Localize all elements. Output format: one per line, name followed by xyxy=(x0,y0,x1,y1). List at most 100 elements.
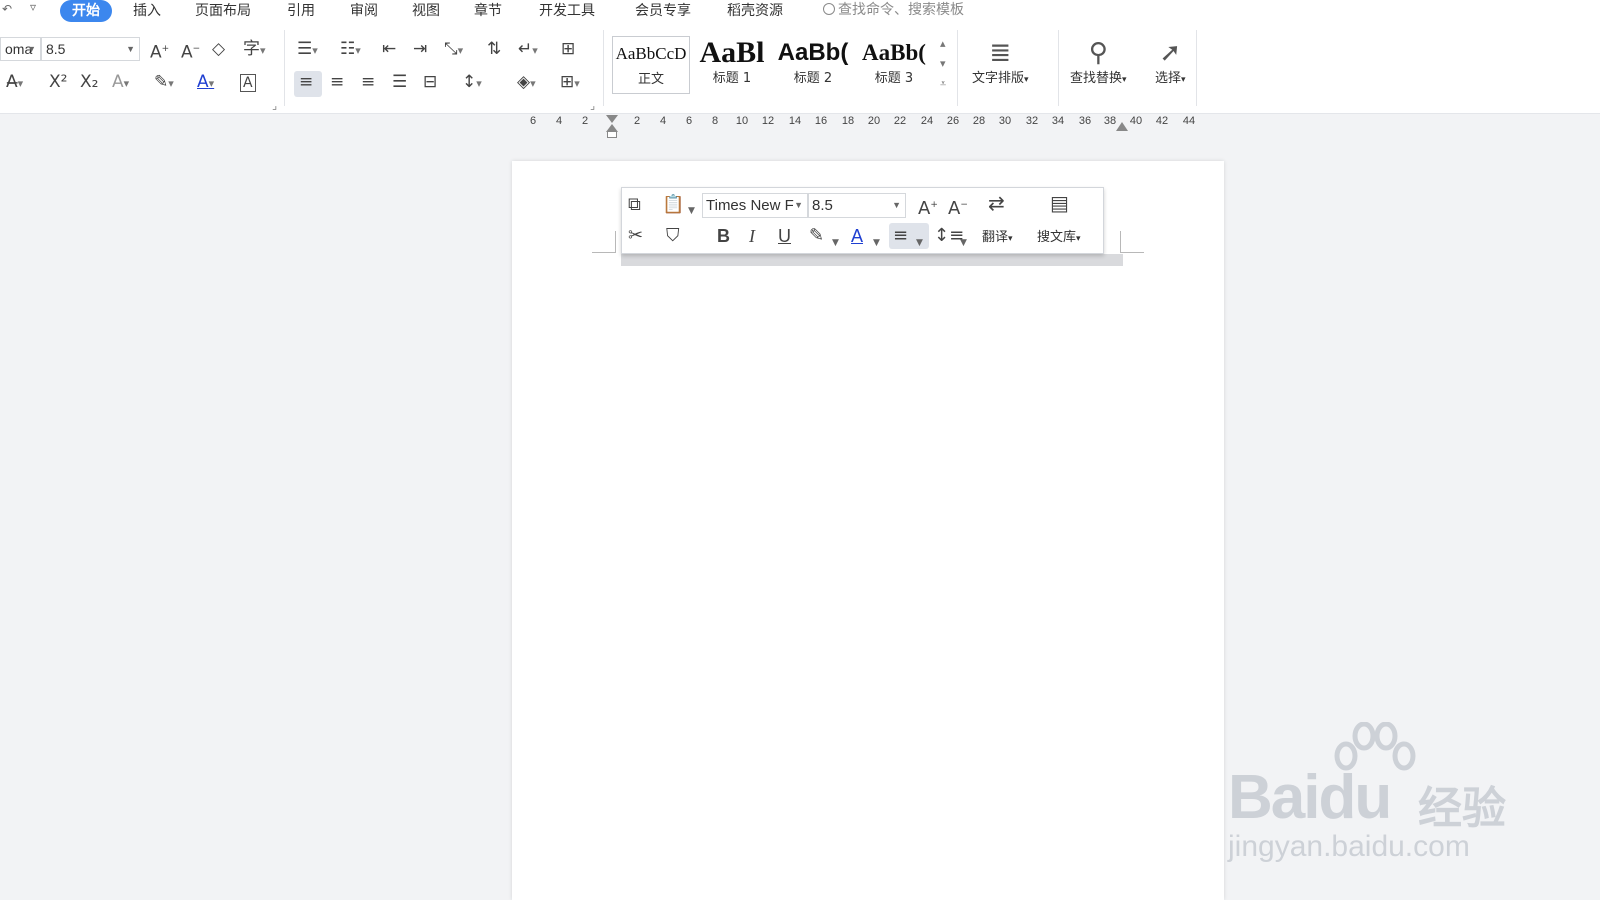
text-direction-icon[interactable]: ⤡▾ xyxy=(444,39,463,61)
font-color-icon[interactable]: A xyxy=(851,225,863,247)
font-size-select[interactable]: 8.5 ▼ xyxy=(41,37,140,61)
font-color-icon[interactable]: A▾ xyxy=(197,72,214,94)
line-spacing-icon[interactable]: ↕▾ xyxy=(462,72,482,94)
command-search[interactable]: 查找命令、搜索模板 xyxy=(823,0,964,22)
copy-icon[interactable]: ⧉ xyxy=(628,194,641,216)
clear-format-icon[interactable]: ◇ xyxy=(212,39,225,59)
translate-button[interactable]: 翻译▾ xyxy=(982,226,1013,245)
bullet-list-icon[interactable]: ☰▾ xyxy=(297,39,318,61)
ruler-tick: 6 xyxy=(685,115,693,127)
paste-icon[interactable]: 📋 xyxy=(662,194,684,216)
highlight-icon[interactable]: ✎▾ xyxy=(154,72,174,94)
borders-icon[interactable]: ⊞▾ xyxy=(560,72,580,94)
chevron-down-icon[interactable]: ▼ xyxy=(688,200,695,222)
first-line-indent-marker[interactable] xyxy=(606,115,618,123)
left-indent-marker[interactable] xyxy=(607,131,617,138)
style-sample: AaBbCcD xyxy=(615,44,687,63)
divider xyxy=(284,30,285,106)
align-right-icon[interactable]: ≡ xyxy=(361,72,375,92)
char-border-icon[interactable]: A xyxy=(240,74,256,92)
ribbon: oma ▼ 8.5 ▼ A+ A− ◇ 字▾ A̶▾ X² X₂ A▾ ✎▾ A▾ … xyxy=(0,22,1600,114)
horizontal-ruler[interactable]: 6 4 2 2 4 6 8 10 12 14 16 18 20 22 24 26… xyxy=(0,115,1600,137)
gallery-more-icon[interactable]: ⩡ xyxy=(940,78,946,90)
magnifier-icon: ⚲ xyxy=(1088,38,1108,68)
underline-icon[interactable]: U xyxy=(778,225,791,247)
right-indent-marker[interactable] xyxy=(1116,122,1128,131)
text-effect-icon[interactable]: A▾ xyxy=(112,72,129,94)
style-label: 标题 1 xyxy=(712,71,752,86)
align-center-icon[interactable]: ≡ xyxy=(330,72,344,92)
select-button[interactable]: ➚ 选择▾ xyxy=(1155,36,1186,89)
document-page[interactable] xyxy=(512,161,1224,900)
undo-icon[interactable]: ↶ xyxy=(2,2,12,16)
style-sample: AaBb( xyxy=(862,40,926,65)
translate-icon[interactable]: ⇄ xyxy=(988,192,1005,214)
mini-font-size-select[interactable]: 8.5 ▼ xyxy=(808,193,906,218)
tab-home[interactable]: 开始 xyxy=(60,0,112,22)
chevron-down-icon[interactable]: ▼ xyxy=(832,232,839,254)
tab-view[interactable]: 视图 xyxy=(412,0,440,22)
align-justify-icon[interactable]: ☰ xyxy=(392,72,407,92)
superscript-icon[interactable]: X² xyxy=(49,72,67,92)
ruler-tick: 44 xyxy=(1182,115,1196,127)
chevron-down-icon: ▼ xyxy=(892,200,901,210)
highlight-icon[interactable]: ✎ xyxy=(809,225,824,247)
numbered-list-icon[interactable]: ☷▾ xyxy=(340,39,361,61)
style-heading-1[interactable]: AaBl 标题 1 xyxy=(693,36,771,94)
text-layout-button[interactable]: ≣ 文字排版▾ xyxy=(972,36,1029,89)
shading-icon[interactable]: ◈▾ xyxy=(517,72,536,94)
align-icon[interactable]: ≡ xyxy=(893,225,908,247)
ruler-tick: 28 xyxy=(972,115,986,127)
search-library-button[interactable]: 搜文库▾ xyxy=(1037,226,1081,245)
tab-developer[interactable]: 开发工具 xyxy=(539,0,595,22)
ruler-tick: 10 xyxy=(735,115,749,127)
tab-insert[interactable]: 插入 xyxy=(133,0,161,22)
tab-page-layout[interactable]: 页面布局 xyxy=(195,0,251,22)
divider xyxy=(957,30,958,106)
sort-icon[interactable]: ⇅ xyxy=(487,39,501,59)
mini-font-name-select[interactable]: Times New F ▼ xyxy=(702,193,808,218)
divider xyxy=(1058,30,1059,106)
tab-member[interactable]: 会员专享 xyxy=(635,0,691,22)
grow-font-icon[interactable]: A+ xyxy=(150,39,169,63)
paragraph-dialog-launcher-icon[interactable]: ⌟ xyxy=(590,96,595,116)
chevron-up-icon[interactable]: ▴ xyxy=(940,38,946,50)
tab-stops-icon[interactable]: ⊞ xyxy=(561,39,575,59)
chevron-down-icon[interactable]: ▾ xyxy=(940,58,946,70)
mini-toolbar-shadow xyxy=(621,254,1123,266)
ruler-tick: 14 xyxy=(788,115,802,127)
font-dialog-launcher-icon[interactable]: ⌟ xyxy=(272,96,277,116)
search-library-icon[interactable]: ▤ xyxy=(1050,192,1069,214)
cut-icon[interactable]: ✂ xyxy=(628,225,643,247)
bold-icon[interactable]: B xyxy=(717,225,730,247)
ruler-tick: 20 xyxy=(867,115,881,127)
tab-chapter[interactable]: 章节 xyxy=(474,0,502,22)
tab-references[interactable]: 引用 xyxy=(287,0,315,22)
grow-font-icon[interactable]: A+ xyxy=(918,194,938,220)
shrink-font-icon[interactable]: A− xyxy=(948,194,968,220)
subscript-icon[interactable]: X₂ xyxy=(80,72,98,92)
align-left-icon[interactable]: ≡ xyxy=(299,72,313,92)
font-name-select[interactable]: oma ▼ xyxy=(0,37,41,61)
show-marks-icon[interactable]: ↵▾ xyxy=(518,39,538,61)
find-replace-button[interactable]: ⚲ 查找替换▾ xyxy=(1070,36,1127,89)
chevron-down-icon[interactable]: ▼ xyxy=(873,232,880,254)
style-normal[interactable]: AaBbCcD 正文 xyxy=(612,36,690,94)
strikethrough-icon[interactable]: A̶▾ xyxy=(6,72,23,94)
decrease-indent-icon[interactable]: ⇤ xyxy=(382,39,396,59)
chevron-down-icon[interactable]: ▼ xyxy=(916,232,923,254)
format-painter-icon[interactable]: ⛉ xyxy=(666,225,680,247)
increase-indent-icon[interactable]: ⇥ xyxy=(413,39,427,59)
menu-bar: ↶ ▿ 开始 插入 页面布局 引用 审阅 视图 章节 开发工具 会员专享 稻壳资… xyxy=(0,0,1600,22)
style-heading-3[interactable]: AaBb( 标题 3 xyxy=(855,36,933,94)
tab-review[interactable]: 审阅 xyxy=(350,0,378,22)
style-heading-2[interactable]: AaBb( 标题 2 xyxy=(774,36,852,94)
tab-docer-resources[interactable]: 稻壳资源 xyxy=(727,0,783,22)
translate-label: 翻译 xyxy=(982,230,1009,245)
chevron-down-icon[interactable]: ▼ xyxy=(960,232,967,254)
chevron-down-icon[interactable]: ▿ xyxy=(30,0,36,14)
italic-icon[interactable]: I xyxy=(749,225,755,247)
shrink-font-icon[interactable]: A− xyxy=(181,39,200,63)
phonetic-guide-icon[interactable]: 字▾ xyxy=(243,39,266,61)
distribute-icon[interactable]: ⊟ xyxy=(423,72,437,92)
